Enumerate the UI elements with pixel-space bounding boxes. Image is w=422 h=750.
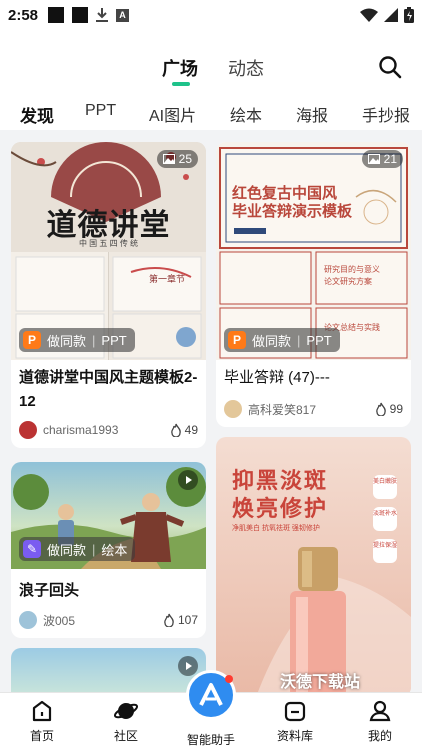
video-play-icon xyxy=(178,470,198,490)
template-card[interactable]: ✎ 做同款 | 绘本 浪子回头 波005 107 xyxy=(11,462,206,638)
download-icon xyxy=(96,8,109,22)
home-icon xyxy=(32,700,52,722)
like-button[interactable]: 107 xyxy=(163,613,198,627)
like-count: 107 xyxy=(177,613,198,627)
watermark: 沃德下载站 xyxy=(280,674,361,691)
notification-icon xyxy=(48,7,65,23)
app-notification-icon: A xyxy=(116,8,130,22)
ppt-icon: P xyxy=(23,331,41,349)
brush-icon: ✎ xyxy=(23,540,41,558)
flame-icon xyxy=(164,613,174,627)
separator: | xyxy=(297,332,301,348)
make-same-button[interactable]: P 做同款 | PPT xyxy=(224,328,340,352)
template-card[interactable]: 红色复古中国风 毕业答辩演示模板 研究目的与意义 论文研究方案 论文总结与实践 … xyxy=(216,142,411,427)
thumbnail-section-1: 研究目的与意义 xyxy=(324,265,380,274)
card-title[interactable]: 道德讲堂中国风主题模板2-12 xyxy=(11,360,206,414)
category-discover[interactable]: 发现 xyxy=(20,102,54,127)
notification-icon xyxy=(72,7,89,23)
like-button[interactable]: 49 xyxy=(170,423,198,437)
like-count: 49 xyxy=(184,423,198,437)
template-type: PPT xyxy=(101,332,127,348)
top-tabs: 广场 动态 xyxy=(0,55,422,91)
make-same-button[interactable]: P 做同款 | PPT xyxy=(19,328,135,352)
search-icon[interactable] xyxy=(378,55,402,79)
tab-feed[interactable]: 动态 xyxy=(228,55,264,81)
ppt-icon: P xyxy=(228,331,246,349)
make-same-label: 做同款 xyxy=(252,333,292,349)
user-icon xyxy=(369,700,391,722)
status-bar: 2:58 A xyxy=(0,0,422,30)
nav-label: 首页 xyxy=(29,729,54,743)
notification-dot xyxy=(225,675,233,683)
separator: | xyxy=(92,332,96,348)
like-count: 99 xyxy=(389,402,403,416)
author-name[interactable]: 波005 xyxy=(43,612,75,629)
page-count: 25 xyxy=(178,152,192,166)
nav-library[interactable]: 资料库 xyxy=(265,699,325,744)
nav-assistant[interactable]: 智能助手 xyxy=(181,731,241,748)
planet-icon xyxy=(113,703,139,719)
avatar[interactable] xyxy=(19,611,37,629)
category-poster[interactable]: 海报 xyxy=(296,102,328,126)
page-count-badge: 21 xyxy=(361,150,403,168)
card-meta: 波005 107 xyxy=(19,610,198,630)
card-thumbnail[interactable]: 红色复古中国风 毕业答辩演示模板 研究目的与意义 论文研究方案 论文总结与实践 … xyxy=(216,142,411,360)
signal-icon xyxy=(384,8,398,22)
ai-assistant-button[interactable] xyxy=(186,670,236,720)
nav-label: 资料库 xyxy=(276,729,313,743)
page-count-badge: 25 xyxy=(156,150,198,168)
avatar[interactable] xyxy=(224,400,242,418)
battery-icon xyxy=(404,7,414,23)
template-card[interactable]: 第一章节 道德讲堂 中 国 五 四 传 统 25 P 做同款 | PPT 道德讲… xyxy=(11,142,206,448)
image-icon xyxy=(367,154,380,164)
template-card[interactable]: 抑黑淡斑 焕亮修护 净肌美白 抗氧祛斑 强韧修护 美白嫩肤 淡斑补水 提拉保湿 xyxy=(216,437,411,697)
make-same-label: 做同款 xyxy=(47,333,87,349)
category-tabs: 发现 PPT AI图片 绘本 海报 手抄报 xyxy=(0,102,422,126)
thumbnail-subtitle: 中 国 五 四 传 统 xyxy=(78,239,139,248)
author-name[interactable]: 高科爱笑817 xyxy=(248,401,316,418)
separator: | xyxy=(92,541,96,557)
header: 广场 动态 发现 PPT AI图片 绘本 海报 手抄报 xyxy=(0,30,422,130)
like-button[interactable]: 99 xyxy=(375,402,403,416)
make-same-label: 做同款 xyxy=(47,542,87,558)
card-meta: 高科爱笑817 99 xyxy=(224,399,403,419)
active-tab-indicator xyxy=(172,82,190,86)
nav-me[interactable]: 我的 xyxy=(350,699,410,744)
page-count: 21 xyxy=(383,152,397,166)
nav-community[interactable]: 社区 xyxy=(96,699,156,744)
avatar[interactable] xyxy=(19,421,37,439)
folder-icon xyxy=(284,701,306,722)
category-handwritten-poster[interactable]: 手抄报 xyxy=(362,102,410,126)
flame-icon xyxy=(375,402,386,416)
card-meta: charisma1993 49 xyxy=(19,420,198,440)
card-title[interactable]: 浪子回头 xyxy=(11,569,206,603)
status-time: 2:58 xyxy=(8,6,39,24)
category-picture-book[interactable]: 绘本 xyxy=(230,102,262,126)
thumbnail-section-2: 论文研究方案 xyxy=(324,277,372,286)
wifi-icon xyxy=(360,8,378,22)
card-title[interactable]: 毕业答辩 (47)--- xyxy=(216,360,411,390)
image-icon xyxy=(162,154,175,164)
nav-label: 我的 xyxy=(367,729,392,743)
serum-bottle-illustration xyxy=(256,547,411,697)
svg-text:第一章节: 第一章节 xyxy=(149,273,185,284)
flame-icon xyxy=(170,423,181,437)
category-ppt[interactable]: PPT xyxy=(85,102,116,120)
nav-label: 社区 xyxy=(113,729,138,743)
template-type: PPT xyxy=(306,332,332,348)
make-same-button[interactable]: ✎ 做同款 | 绘本 xyxy=(19,537,136,561)
category-ai-image[interactable]: AI图片 xyxy=(149,102,196,126)
template-type: 绘本 xyxy=(101,542,128,558)
nav-label: 智能助手 xyxy=(186,733,235,747)
author-name[interactable]: charisma1993 xyxy=(43,423,118,437)
card-thumbnail[interactable]: ✎ 做同款 | 绘本 xyxy=(11,462,206,569)
thumbnail-title-2: 毕业答辩演示模板 xyxy=(232,203,353,220)
card-thumbnail[interactable]: 第一章节 道德讲堂 中 国 五 四 传 统 25 P 做同款 | PPT xyxy=(11,142,206,360)
tab-square[interactable]: 广场 xyxy=(162,55,198,81)
nav-home[interactable]: 首页 xyxy=(12,699,72,744)
